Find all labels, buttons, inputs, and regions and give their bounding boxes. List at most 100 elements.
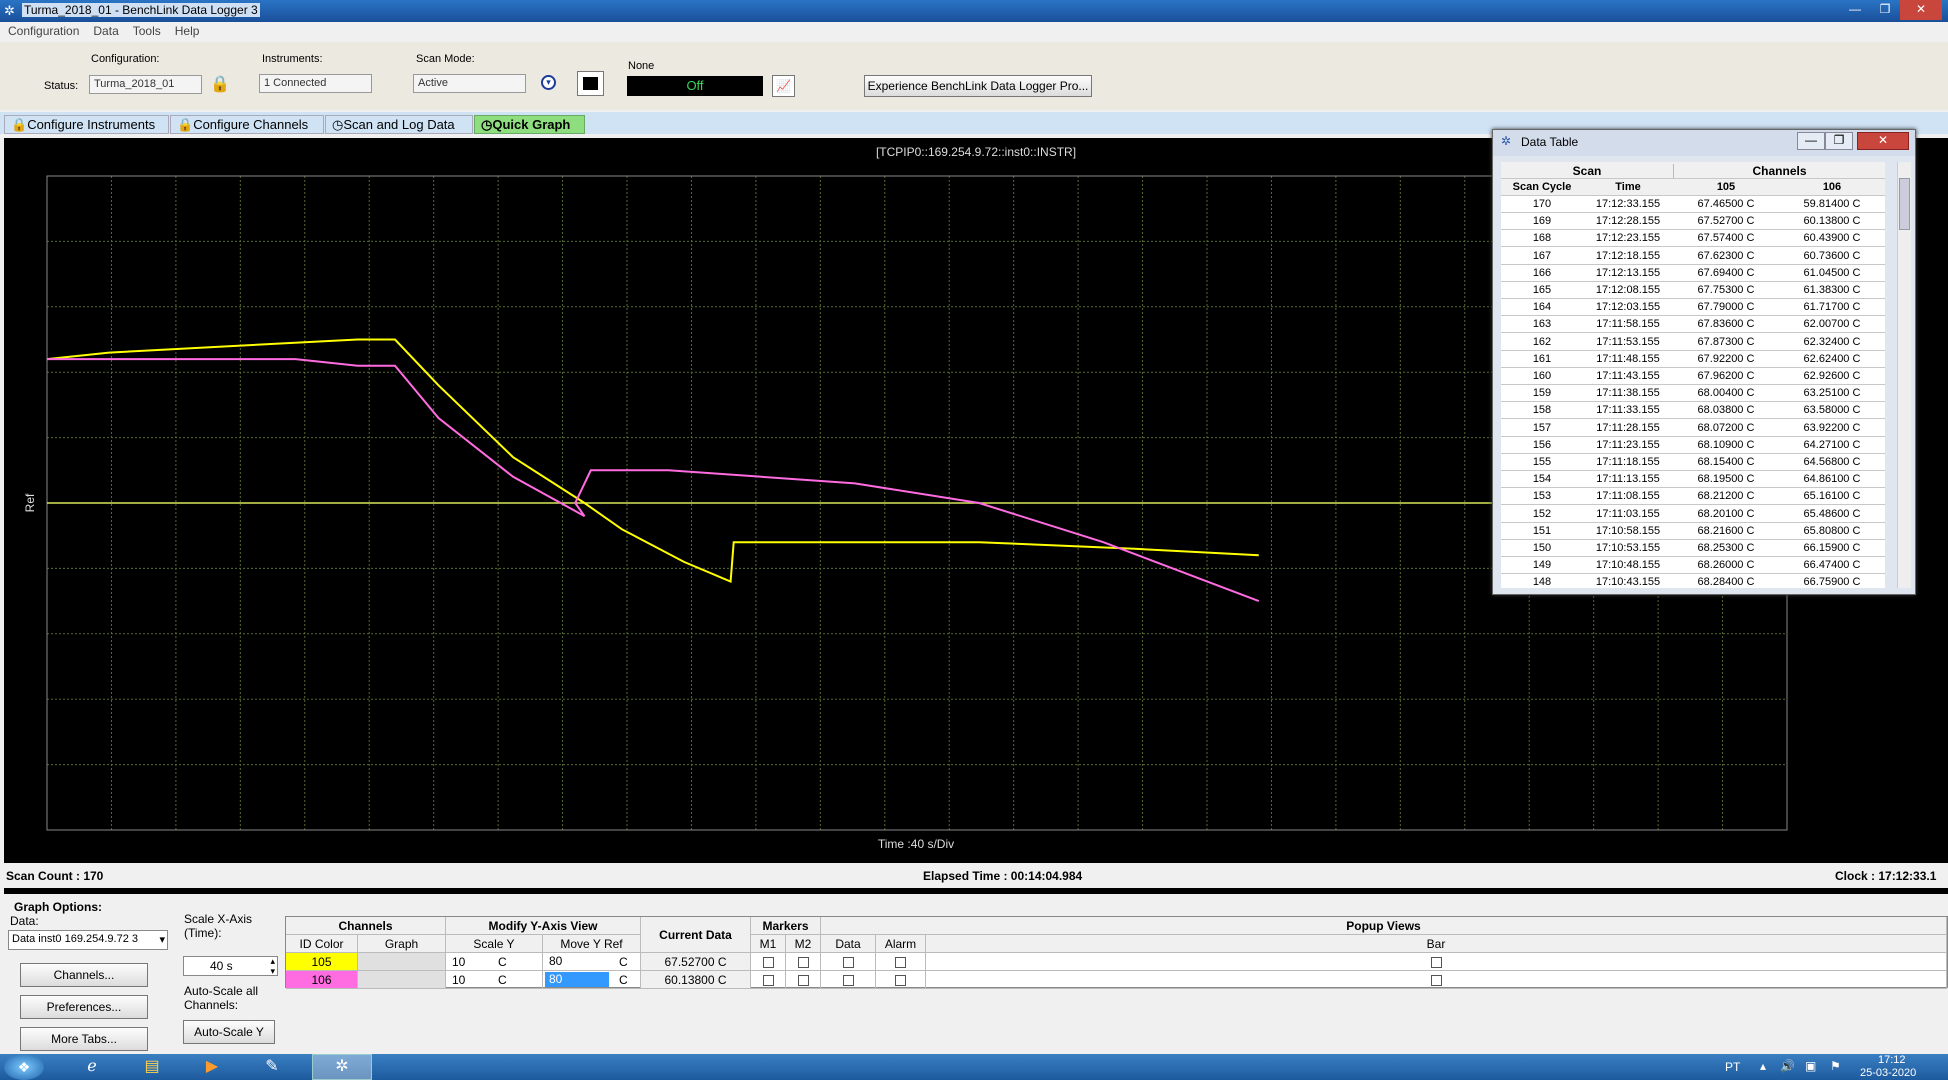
configuration-field[interactable]: Turma_2018_01 (89, 75, 202, 94)
data-table-cell: 68.25300 C (1697, 542, 1755, 554)
stop-button[interactable] (577, 71, 604, 96)
maximize-button[interactable]: ❐ (1825, 132, 1853, 150)
channel-id[interactable]: 106 (286, 971, 358, 989)
media-player-icon[interactable]: ▶ (190, 1056, 234, 1078)
scan-count: Scan Count : 170 (6, 869, 104, 883)
configuration-label: Configuration: (91, 53, 160, 65)
minimize-button[interactable]: — (1797, 132, 1825, 150)
menu-help[interactable]: Help (175, 22, 200, 42)
scale-y-cell[interactable]: 10 C (446, 971, 543, 989)
menu-bar: Configuration Data Tools Help (0, 22, 1948, 42)
m2-checkbox[interactable] (786, 953, 821, 971)
popup-views-header: Popup Views (821, 917, 1947, 935)
instruments-field: 1 Connected (259, 74, 372, 93)
bar-checkbox[interactable] (926, 971, 1947, 989)
close-button[interactable]: ✕ (1900, 0, 1942, 20)
data-table-cell: 68.26000 C (1697, 559, 1755, 572)
tab-configure-instruments[interactable]: 🔒Configure Instruments (4, 115, 169, 134)
promo-button[interactable]: Experience BenchLink Data Logger Pro... (864, 75, 1092, 97)
data-table-cell: 62.92600 C (1803, 370, 1861, 382)
alarm-checkbox[interactable] (876, 953, 926, 971)
data-table-cell: 170 (1532, 198, 1552, 210)
data-table-group-header: Scan Channels (1501, 162, 1885, 179)
alarm-chart-icon[interactable]: 📈 (772, 75, 795, 97)
menu-tools[interactable]: Tools (133, 22, 161, 42)
data-table-cell: 155 (1532, 456, 1552, 468)
alarm-checkbox[interactable] (876, 971, 926, 989)
tab-scan-log-data[interactable]: ◷Scan and Log Data (325, 115, 473, 134)
move-y-ref-cell[interactable]: 80 C (543, 971, 641, 989)
data-table-cell: 168 (1532, 232, 1552, 245)
data-table-cell: 151 (1532, 524, 1552, 537)
scale-x-stepper[interactable]: 40 s ▴ ▾ (183, 956, 278, 976)
data-select[interactable]: Data inst0 169.254.9.72 3 ▾ (8, 930, 168, 950)
network-icon[interactable]: ▣ (1805, 1059, 1816, 1073)
data-checkbox[interactable] (821, 971, 876, 989)
folder-icon[interactable]: ▤ (130, 1056, 174, 1078)
bar-checkbox[interactable] (926, 953, 1947, 971)
data-table-titlebar[interactable]: ✲ Data Table — ❐ ✕ (1493, 130, 1915, 156)
data-table-cell: 68.21200 C (1697, 490, 1755, 503)
scale-y-cell[interactable]: 10 C (446, 953, 543, 971)
move-y-ref-subheader: Move Y Ref (543, 935, 641, 953)
channel-grid: Channels Modify Y-Axis View Current Data… (285, 916, 1948, 989)
data-table-cell: 67.92200 C (1697, 352, 1755, 365)
ie-icon[interactable]: ℯ (70, 1056, 114, 1078)
data-checkbox[interactable] (821, 953, 876, 971)
data-table-cell: 157 (1532, 421, 1552, 434)
autoscale-y-button[interactable]: Auto-Scale Y (183, 1020, 275, 1044)
channels-button[interactable]: Channels... (20, 963, 148, 987)
preferences-button[interactable]: Preferences... (20, 995, 148, 1019)
data-table-cell: 61.04500 C (1803, 266, 1861, 279)
speaker-icon[interactable]: 🔊 (1780, 1059, 1795, 1073)
scan-status-icon[interactable]: ▾ (541, 75, 556, 90)
data-table: Scan Channels Scan Cycle Time 105 106 17… (1501, 162, 1885, 588)
data-table-window[interactable]: ✲ Data Table — ❐ ✕ Scan Channels Scan Cy… (1492, 129, 1916, 595)
scrollbar-thumb[interactable] (1899, 178, 1910, 230)
maximize-button[interactable]: ❐ (1870, 0, 1900, 20)
data-table-cell: 17:12:18.155 (1595, 249, 1661, 262)
channels-header: Channels (286, 917, 446, 935)
move-y-ref-cell[interactable]: 80 C (543, 953, 641, 971)
menu-data[interactable]: Data (93, 22, 118, 42)
m1-checkbox[interactable] (751, 953, 786, 971)
data-table-cell: 67.62300 C (1697, 249, 1755, 262)
data-table-cell: 163 (1532, 318, 1552, 331)
clock-icon: ◷ (481, 117, 493, 132)
data-table-cell: 169 (1532, 215, 1552, 228)
language-indicator[interactable]: PT (1725, 1060, 1740, 1074)
title-bar: ✲ Turma_2018_01 - BenchLink Data Logger … (0, 0, 1948, 22)
data-table-cell: 17:12:33.155 (1595, 198, 1661, 210)
channel-graph-cell[interactable] (358, 953, 446, 971)
data-table-cell: 158 (1532, 404, 1552, 417)
data-table-cell: 60.73600 C (1803, 249, 1861, 262)
data-table-cell: 66.75900 C (1803, 576, 1861, 588)
data-table-cell: 61.38300 C (1803, 284, 1861, 296)
tab-configure-channels[interactable]: 🔒Configure Channels (170, 115, 324, 134)
data-table-cell: 149 (1532, 559, 1552, 572)
channel-id[interactable]: 105 (286, 953, 358, 971)
data-table-cell: 161 (1532, 352, 1552, 365)
data-table-cell: 64.56800 C (1803, 456, 1861, 468)
flag-icon[interactable]: ⚑ (1830, 1059, 1841, 1073)
data-table-row: 153 17:11:08.155 68.21200 C 65.16100 C (1501, 488, 1885, 506)
m1-checkbox[interactable] (751, 971, 786, 989)
tab-quick-graph[interactable]: ◷Quick Graph (474, 115, 585, 134)
taskbar: ❖ ℯ ▤ ▶ ✎ ✲ PT ▴ 🔊 ▣ ⚑ 17:12 25-03-2020 (0, 1054, 1948, 1080)
tray-arrow-icon[interactable]: ▴ (1760, 1059, 1766, 1073)
data-table-cell: 65.48600 C (1803, 507, 1861, 520)
close-button[interactable]: ✕ (1857, 132, 1909, 150)
data-table-cell: 153 (1532, 490, 1552, 503)
more-tabs-button[interactable]: More Tabs... (20, 1027, 148, 1051)
channel-graph-cell[interactable] (358, 971, 446, 989)
benchlink-taskbar-icon[interactable]: ✲ (312, 1054, 372, 1080)
data-table-cell: 62.00700 C (1803, 318, 1861, 331)
notepad-icon[interactable]: ✎ (250, 1056, 294, 1078)
lock-icon[interactable]: 🔒 (210, 74, 230, 94)
start-button[interactable]: ❖ (4, 1054, 44, 1080)
m2-checkbox[interactable] (786, 971, 821, 989)
data-table-scrollbar[interactable] (1897, 162, 1911, 588)
menu-configuration[interactable]: Configuration (8, 22, 79, 42)
minimize-button[interactable]: — (1840, 0, 1870, 20)
app-icon: ✲ (4, 3, 15, 18)
